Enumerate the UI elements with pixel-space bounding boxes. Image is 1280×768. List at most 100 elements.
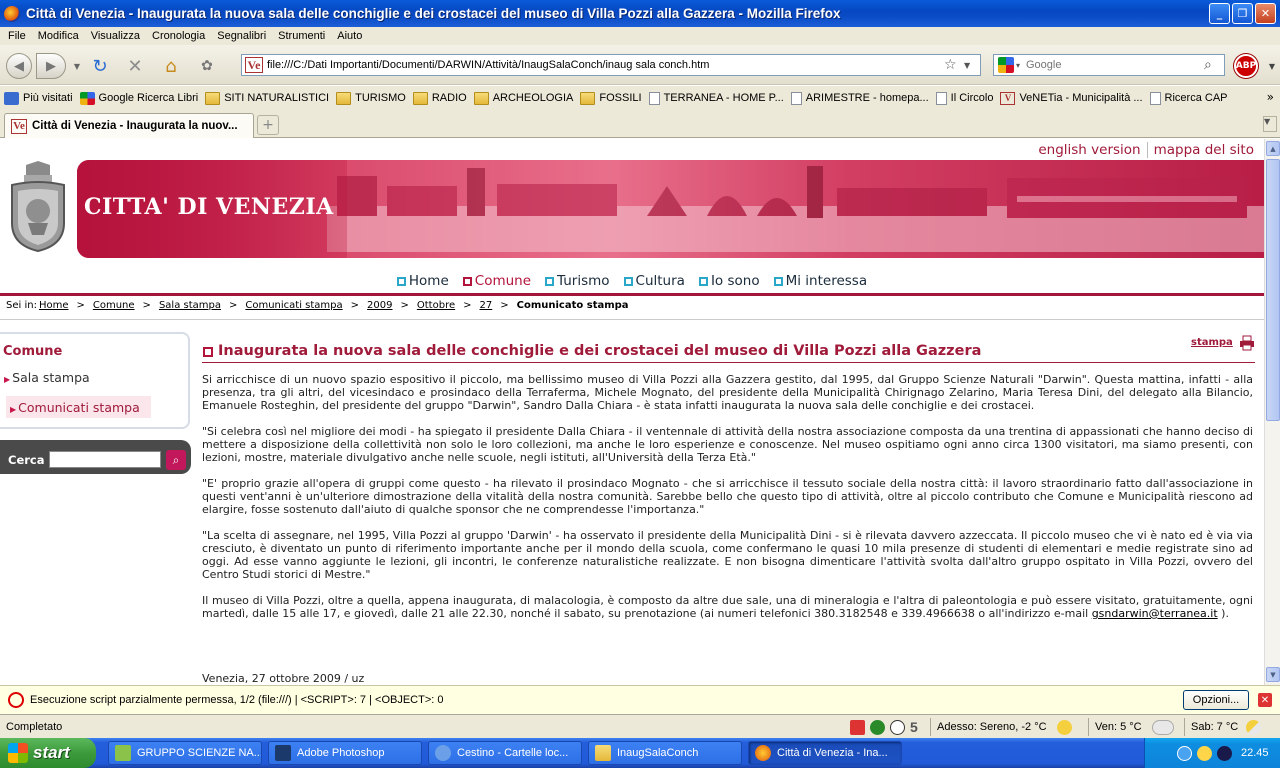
article-title: Inaugurata la nuova sala delle conchigli…: [218, 343, 982, 359]
addon-icon[interactable]: ✿: [196, 55, 218, 77]
bookmark-piu-visitati[interactable]: Più visitati: [4, 91, 73, 105]
adblock-plus-icon[interactable]: ABP: [1234, 54, 1258, 78]
menu-visualizza[interactable]: Visualizza: [85, 30, 146, 42]
bookmark-radio[interactable]: RADIO: [412, 91, 467, 105]
search-input[interactable]: [1026, 59, 1204, 71]
nav-turismo[interactable]: Turismo: [545, 273, 610, 289]
task-cestino[interactable]: Cestino - Cartelle loc...: [428, 741, 582, 765]
venezia-crest-logo: [11, 161, 65, 253]
new-tab-button[interactable]: +: [257, 115, 279, 135]
close-window-button[interactable]: ✕: [1255, 3, 1276, 24]
vertical-scrollbar[interactable]: ▲ ▼: [1264, 139, 1280, 685]
weather-saturday[interactable]: Sab: 7 °C: [1184, 718, 1266, 736]
tray-back-icon[interactable]: [1177, 745, 1192, 761]
minimize-button[interactable]: _: [1209, 3, 1230, 24]
bookmark-siti-naturalistici[interactable]: SITI NATURALISTICI: [205, 91, 329, 105]
site-search-panel: Cerca ⌕: [0, 440, 191, 474]
options-button[interactable]: Opzioni...: [1183, 690, 1249, 710]
folder-icon: [595, 745, 611, 761]
site-map-link[interactable]: mappa del sito: [1154, 142, 1254, 158]
divider: [1146, 142, 1148, 158]
task-inaugsalaconch[interactable]: InaugSalaConch: [588, 741, 742, 765]
close-notification-icon[interactable]: ✕: [1258, 693, 1272, 707]
breadcrumb-home[interactable]: Home: [39, 300, 69, 311]
nav-cultura[interactable]: Cultura: [623, 273, 685, 289]
task-gruppo-scienze[interactable]: GRUPPO SCIENZE NA...: [108, 741, 262, 765]
printer-icon[interactable]: [1239, 335, 1255, 351]
breadcrumb-27[interactable]: 27: [480, 300, 493, 311]
bookmark-turismo[interactable]: TURISMO: [336, 91, 406, 105]
breadcrumb-ottobre[interactable]: Ottobre: [417, 300, 455, 311]
tab-list-icon[interactable]: ▼: [1263, 116, 1277, 132]
nav-home[interactable]: Home: [396, 273, 449, 289]
menu-segnalibri[interactable]: Segnalibri: [211, 30, 272, 42]
breadcrumb-comune[interactable]: Comune: [93, 300, 135, 311]
search-bar[interactable]: ▾ ⌕: [993, 54, 1225, 76]
email-link[interactable]: gsndarwin@terranea.it: [1092, 607, 1218, 620]
sidebar-item-sala-stampa[interactable]: ▶ Sala stampa: [4, 370, 90, 385]
reload-icon[interactable]: ↻: [89, 55, 111, 77]
weather-friday[interactable]: Ven: 5 °C: [1088, 718, 1179, 736]
bullet-square-icon: [623, 276, 633, 286]
tray-app-icon[interactable]: [1197, 745, 1212, 761]
sidebar-item-comunicati-stampa[interactable]: ▶ Comunicati stampa: [6, 396, 151, 418]
breadcrumb-sala-stampa[interactable]: Sala stampa: [159, 300, 221, 311]
scroll-thumb[interactable]: [1266, 159, 1280, 421]
bookmark-venetia[interactable]: V VeNETia - Municipalità ...: [1000, 91, 1143, 105]
forward-button[interactable]: ▶: [36, 53, 66, 79]
breadcrumb-comunicati-stampa[interactable]: Comunicati stampa: [245, 300, 342, 311]
back-button[interactable]: ◀: [6, 53, 32, 79]
bookmark-archeologia[interactable]: ARCHEOLOGIA: [473, 91, 573, 105]
nav-io-sono[interactable]: Io sono: [698, 273, 760, 289]
status-text: Completato: [6, 721, 63, 733]
stop-icon[interactable]: ✕: [124, 55, 146, 77]
clock-icon[interactable]: [890, 719, 905, 735]
weather-now[interactable]: Adesso: Sereno, -2 °C: [930, 718, 1077, 736]
noscript-status-icon[interactable]: [850, 719, 865, 735]
tray-moon-icon[interactable]: [1217, 745, 1232, 761]
restore-button[interactable]: ❐: [1232, 3, 1253, 24]
bookmark-terranea[interactable]: TERRANEA - HOME P...: [648, 91, 784, 105]
abp-dropdown-icon[interactable]: ▼: [1266, 55, 1278, 77]
window-titlebar: Città di Venezia - Inaugurata la nuova s…: [0, 0, 1280, 27]
scroll-down-icon[interactable]: ▼: [1266, 667, 1280, 682]
menu-file[interactable]: File: [2, 30, 32, 42]
bookmark-fossili[interactable]: FOSSILI: [580, 91, 642, 105]
google-engine-icon[interactable]: [998, 57, 1014, 73]
english-version-link[interactable]: english version: [1038, 142, 1140, 158]
task-photoshop[interactable]: Adobe Photoshop: [268, 741, 422, 765]
search-icon[interactable]: ⌕: [1204, 57, 1224, 73]
url-bar[interactable]: Ve file:///C:/Dati Importanti/Documenti/…: [241, 54, 981, 76]
bookmark-star-icon[interactable]: ☆: [944, 57, 964, 73]
menu-cronologia[interactable]: Cronologia: [146, 30, 211, 42]
print-link[interactable]: stampa: [1191, 337, 1233, 348]
start-button[interactable]: start: [0, 738, 96, 768]
home-icon[interactable]: ⌂: [160, 55, 182, 77]
bookmark-arimestre[interactable]: ARIMESTRE - homepa...: [790, 91, 929, 105]
clock[interactable]: 22.45: [1241, 747, 1269, 759]
engine-dropdown-icon[interactable]: ▾: [1016, 61, 1026, 70]
tab-citta-di-venezia[interactable]: Ve Città di Venezia - Inaugurata la nuov…: [4, 113, 254, 138]
bookmark-ricerca-cap[interactable]: Ricerca CAP: [1149, 91, 1228, 105]
scroll-up-icon[interactable]: ▲: [1266, 141, 1280, 156]
nav-mi-interessa[interactable]: Mi interessa: [773, 273, 867, 289]
noscript-notification-bar: Esecuzione script parzialmente permessa,…: [0, 685, 1280, 714]
bookmark-google-libri[interactable]: Google Ricerca Libri: [79, 91, 198, 105]
breadcrumb-2009[interactable]: 2009: [367, 300, 392, 311]
menu-aiuto[interactable]: Aiuto: [331, 30, 368, 42]
bookmarks-toolbar: Più visitati Google Ricerca Libri SITI N…: [0, 86, 1280, 110]
menu-modifica[interactable]: Modifica: [32, 30, 85, 42]
site-search-input[interactable]: [49, 451, 161, 468]
tab-bar: Ve Città di Venezia - Inaugurata la nuov…: [0, 110, 1280, 138]
url-dropdown-icon[interactable]: ▼: [964, 61, 980, 70]
menu-strumenti[interactable]: Strumenti: [272, 30, 331, 42]
nav-comune[interactable]: Comune: [462, 273, 531, 289]
security-status-icon[interactable]: [870, 719, 885, 735]
bookmark-il-circolo[interactable]: Il Circolo: [935, 91, 993, 105]
more-bookmarks-icon[interactable]: »: [1267, 90, 1274, 104]
article-body: Si arricchisce di un nuovo spazio esposi…: [202, 373, 1253, 633]
url-text[interactable]: file:///C:/Dati Importanti/Documenti/DAR…: [267, 59, 944, 71]
site-search-button[interactable]: ⌕: [166, 450, 186, 470]
task-firefox[interactable]: Città di Venezia - Ina...: [748, 741, 902, 765]
history-dropdown-icon[interactable]: ▼: [66, 55, 88, 77]
